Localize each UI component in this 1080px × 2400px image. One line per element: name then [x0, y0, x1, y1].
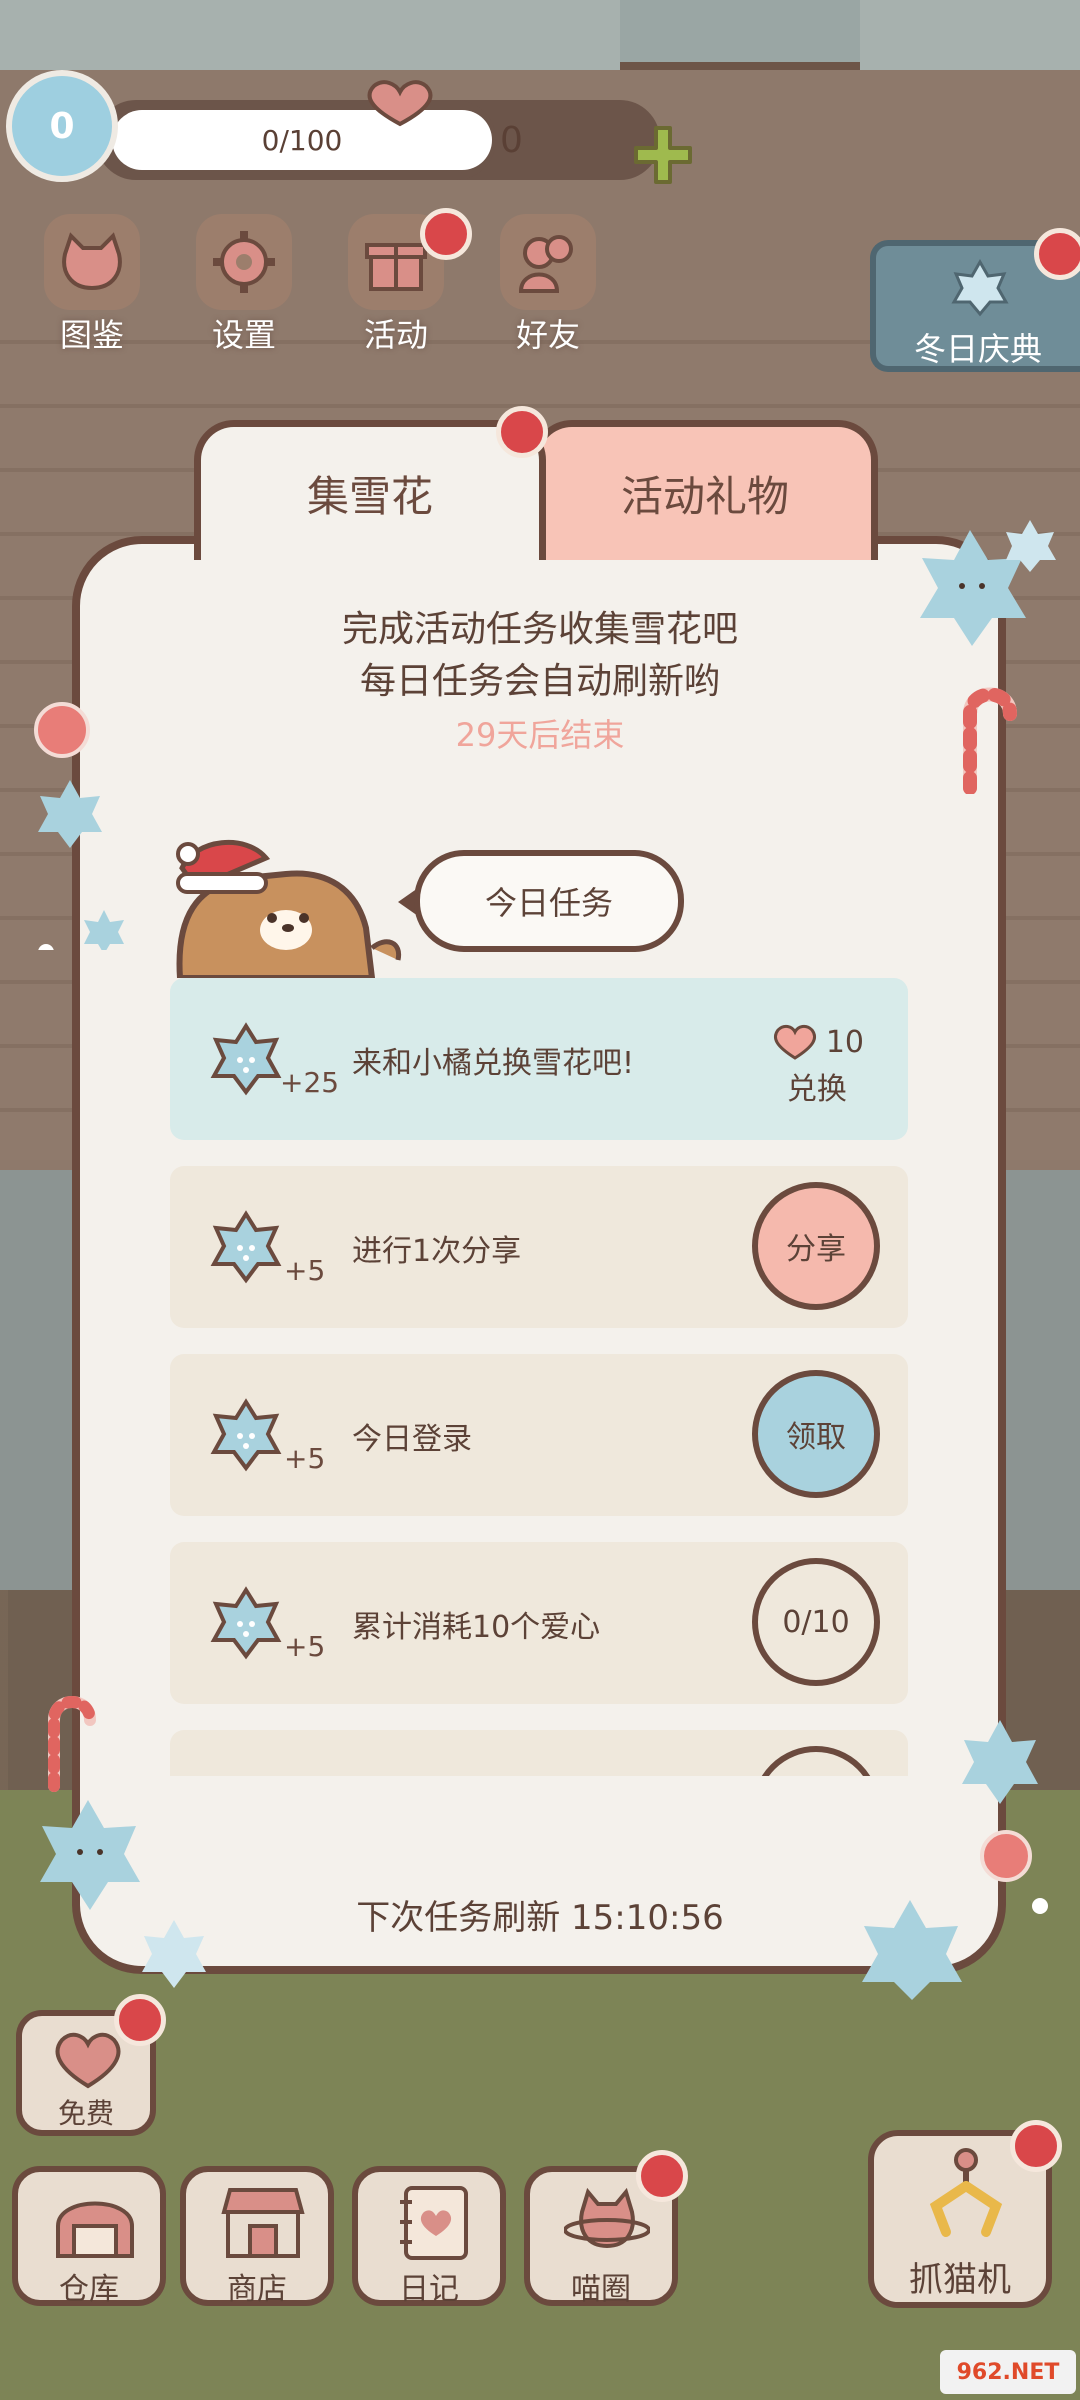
- warehouse-label: 仓库: [59, 2272, 119, 2307]
- task-progress-label: 0/10: [782, 1604, 850, 1640]
- task-list[interactable]: +25 来和小橘兑换雪花吧! 10 兑换 +5 进行1次分享 分享 +5 今日登…: [166, 972, 912, 1776]
- free-hearts-label: 免费: [57, 2097, 114, 2130]
- heart-count: 0: [500, 120, 523, 161]
- heart-icon: [773, 1024, 816, 1060]
- shop-label: 商店: [227, 2272, 287, 2307]
- shop-icon: [221, 2188, 305, 2258]
- task-text: 今日登录: [352, 1422, 472, 1457]
- menu-settings-label: 设置: [211, 316, 276, 354]
- tab-event-gifts[interactable]: 活动礼物: [532, 420, 878, 560]
- diary-button[interactable]: 日记: [352, 2166, 506, 2307]
- warehouse-icon: [56, 2201, 134, 2258]
- shop-button[interactable]: 商店: [180, 2166, 334, 2307]
- snow-decoration-bottom-right: [862, 1720, 1048, 2000]
- cat-planet-icon: [564, 2187, 650, 2249]
- task-reward: +5: [284, 1630, 326, 1663]
- window-pane-right: [860, 0, 1080, 70]
- friends-icon: [500, 214, 596, 310]
- snow-decoration-left: [34, 702, 124, 950]
- claw-icon: [929, 2148, 1003, 2237]
- tab-event-gifts-label: 活动礼物: [620, 472, 789, 521]
- diary-icon: [400, 2186, 468, 2260]
- exchange-label: 兑换: [786, 1072, 847, 1107]
- snowflake-icon: [951, 258, 1009, 317]
- notification-dot: [636, 2150, 688, 2202]
- task-row: +5 进行1次分享 分享: [170, 1166, 908, 1328]
- snowflake-icon: [210, 1210, 282, 1284]
- gear-icon: [196, 214, 292, 310]
- site-watermark: 962.NET: [940, 2350, 1076, 2394]
- menu-collection[interactable]: 图鉴: [32, 214, 152, 356]
- task-row: +5 累计消耗10个爱心 0/10: [170, 1542, 908, 1704]
- task-row: +5 今日登录 领取: [170, 1354, 908, 1516]
- menu-collection-label: 图鉴: [59, 316, 124, 354]
- exchange-cost: 10: [825, 1024, 864, 1060]
- tab-collect-snowflakes-label: 集雪花: [306, 472, 433, 521]
- snow-star-decoration: [920, 520, 1056, 646]
- diary-label: 日记: [399, 2272, 459, 2307]
- claim-button[interactable]: 领取: [752, 1370, 880, 1498]
- task-text: 累计消耗10个爱心: [352, 1610, 601, 1645]
- heart-icon: [55, 2032, 121, 2089]
- task-reward: +25: [280, 1066, 340, 1099]
- watermark-text: 962.NET: [956, 2359, 1060, 2385]
- window-pane-left: [0, 0, 620, 70]
- menu-friends[interactable]: 好友: [488, 214, 608, 356]
- cat-circle-label: 喵圈: [571, 2272, 631, 2307]
- warehouse-button[interactable]: 仓库: [12, 2166, 166, 2307]
- menu-friends-label: 好友: [515, 316, 580, 354]
- claw-machine-label: 抓猫机: [909, 2260, 1011, 2300]
- today-tasks-label: 今日任务: [484, 884, 613, 922]
- notification-dot: [496, 406, 548, 458]
- task-reward: +5: [284, 1254, 326, 1287]
- snow-decoration-bottom-left: [40, 1696, 206, 1988]
- notification-dot: [1010, 2120, 1062, 2172]
- cat-face-icon: [44, 214, 140, 310]
- event-countdown: 29天后结束: [455, 716, 625, 754]
- winter-festival-label: 冬日庆典: [914, 330, 1043, 368]
- tab-collect-snowflakes[interactable]: 集雪花: [194, 420, 546, 560]
- snowflake-icon: [210, 1398, 282, 1472]
- candy-cane-decoration: [963, 687, 1017, 794]
- add-hearts-button[interactable]: [632, 124, 694, 186]
- share-button[interactable]: 分享: [752, 1182, 880, 1310]
- task-progress-button[interactable]: 0/10: [752, 1558, 880, 1686]
- exchange-button[interactable]: 10 兑换: [770, 1024, 864, 1108]
- xp-text: 0/100: [261, 123, 343, 157]
- snowflake-icon: [210, 1586, 282, 1660]
- task-reward: +5: [284, 1442, 326, 1475]
- notification-dot: [420, 208, 472, 260]
- snowflake-icon: [210, 1022, 282, 1096]
- task-row-partial: [170, 1730, 908, 1776]
- cat-mascot: [176, 839, 402, 978]
- notification-dot: [114, 1994, 166, 2046]
- share-button-label: 分享: [786, 1232, 846, 1267]
- menu-activity[interactable]: 活动: [336, 208, 472, 356]
- heart-icon: [367, 80, 433, 127]
- claim-button-label: 领取: [786, 1420, 846, 1455]
- task-row: +25 来和小橘兑换雪花吧! 10 兑换: [170, 978, 908, 1140]
- today-tasks-bubble: 今日任务: [414, 850, 684, 952]
- task-text: 进行1次分享: [352, 1234, 522, 1269]
- task-text: 来和小橘兑换雪花吧!: [352, 1046, 635, 1081]
- menu-activity-label: 活动: [363, 316, 428, 354]
- level-badge[interactable]: 0: [6, 70, 118, 182]
- menu-settings[interactable]: 设置: [184, 214, 304, 356]
- notification-dot: [1034, 228, 1080, 280]
